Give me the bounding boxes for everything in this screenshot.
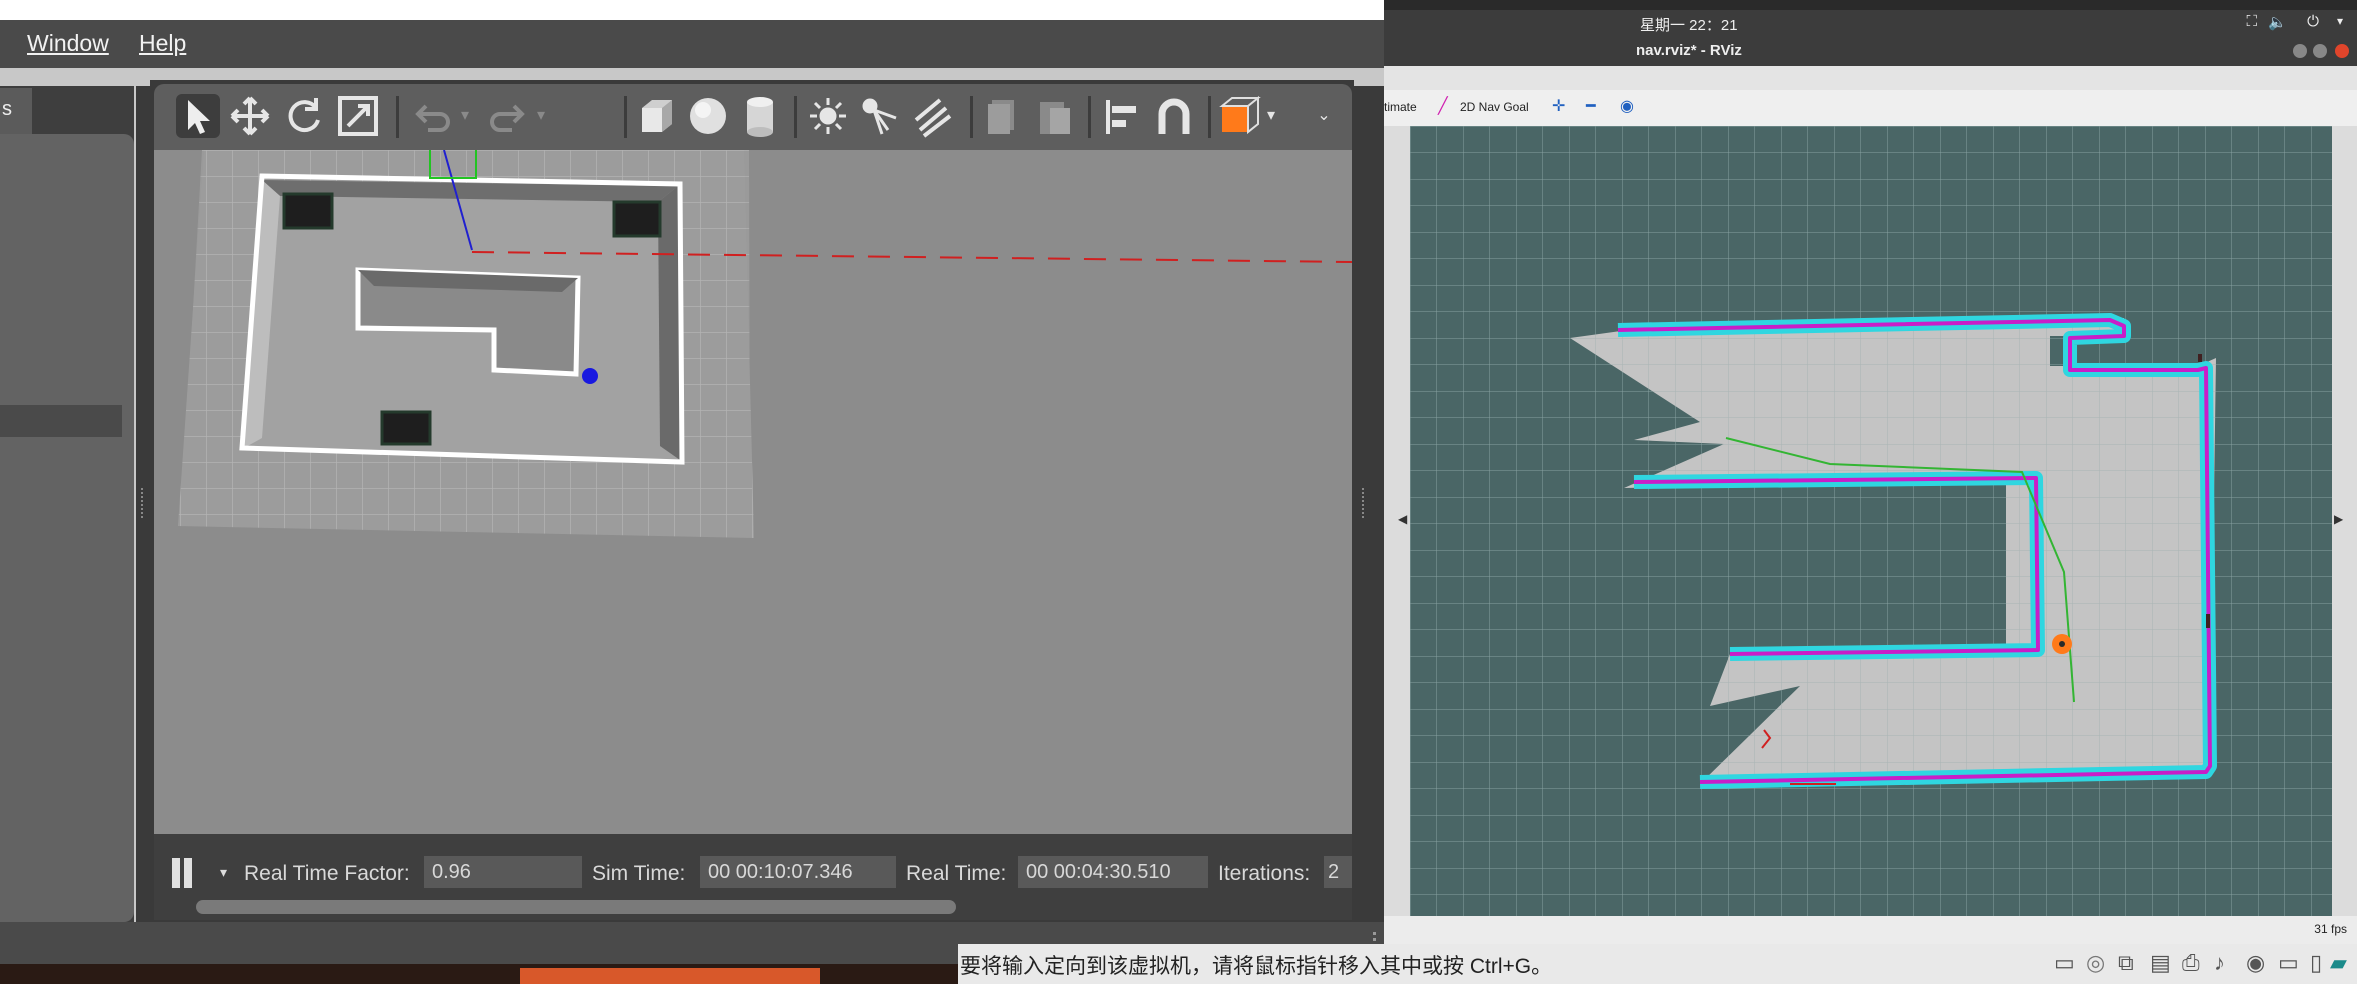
scale-icon[interactable] [336, 94, 380, 138]
chevron-down-icon[interactable]: ▾ [2337, 14, 2343, 28]
right-splitter[interactable] [1354, 86, 1384, 922]
move-camera-icon[interactable]: ✛ [1552, 96, 1565, 116]
undo-dropdown-icon[interactable]: ▾ [454, 94, 476, 138]
view-angle-dropdown-icon[interactable]: ▾ [1260, 94, 1282, 138]
real-time-factor-value: 0.96 [424, 856, 582, 888]
menu-window[interactable]: Window [27, 30, 109, 57]
rotate-icon[interactable] [282, 94, 326, 138]
tray-icons: ▭ ◎ ⧉ ▤ ⎙ ♪ ◉ ▭ ▯ ▰ [2048, 950, 2348, 978]
redo-icon[interactable] [486, 94, 530, 138]
cylinder-icon[interactable] [738, 94, 782, 138]
fps-readout: 31 fps [2314, 922, 2347, 936]
undo-icon[interactable] [410, 94, 454, 138]
gazebo-toolbar: ▾ ▾ ▾ ⌄ [154, 84, 1352, 150]
sphere-icon[interactable] [686, 94, 730, 138]
zoom-out-icon[interactable]: ━ [1586, 96, 1596, 116]
directional-light-icon[interactable] [910, 94, 954, 138]
left-panel-content [0, 134, 134, 922]
real-time-label: Real Time: [906, 862, 1007, 885]
select-arrow-icon[interactable] [176, 94, 220, 138]
left-tab-label: s [2, 98, 12, 120]
spot-light-icon[interactable] [858, 94, 902, 138]
view-angle-icon[interactable] [1218, 94, 1262, 138]
rviz-status-bar: 31 fps [1384, 916, 2357, 944]
translate-icon[interactable] [228, 94, 272, 138]
nav-goal-icon: ╱ [1438, 98, 1448, 115]
box-icon[interactable] [634, 94, 678, 138]
sound-icon[interactable]: ♪ [2214, 950, 2225, 976]
network-icon[interactable]: ⧉ [2118, 950, 2134, 976]
toolbar-overflow-icon[interactable]: ⌄ [1314, 94, 1334, 138]
window-title: nav.rviz* - RViz [1636, 42, 1742, 59]
volume-icon[interactable]: 🔈 [2268, 13, 2287, 31]
left-collapse-icon[interactable]: ◀ [1398, 512, 1407, 526]
step-dropdown-icon[interactable]: ▾ [220, 864, 227, 881]
minimize-icon[interactable] [2293, 44, 2307, 58]
robot-marker[interactable] [582, 368, 598, 384]
rviz-window: 星期一 22：21 ⛶ 🔈 ⏻ ▾ nav.rviz* - RViz timat… [1384, 0, 2357, 944]
real-time-factor-label: Real Time Factor: [244, 862, 410, 885]
real-time-value: 00 00:04:30.510 [1018, 856, 1208, 888]
sim-time-value: 00 00:10:07.346 [700, 856, 896, 888]
scene-render [154, 150, 1352, 834]
vm-hint-text: 要将输入定向到该虚拟机，请将鼠标指针移入其中或按 Ctrl+G。 [960, 955, 1553, 978]
redo-dropdown-icon[interactable]: ▾ [530, 94, 552, 138]
rviz-render-view[interactable] [1410, 126, 2332, 916]
nav-goal-tool[interactable]: 2D Nav Goal [1460, 100, 1529, 114]
left-panel-selected-row[interactable] [0, 405, 122, 437]
gazebo-top-strip [0, 0, 1384, 20]
camera-icon[interactable]: ◉ [2246, 950, 2265, 976]
maximize-icon[interactable] [2313, 44, 2327, 58]
close-icon[interactable] [2335, 44, 2349, 58]
obstacle-box [380, 410, 432, 446]
gazebo-window: Window Help s ▾ ▾ ▾ ⌄ ▾ Real Time Factor… [0, 0, 1384, 964]
menu-help[interactable]: Help [139, 30, 186, 57]
costmap-render [1410, 126, 2332, 916]
desktop-background-strip [0, 964, 960, 984]
storage-icon[interactable]: ▯ [2310, 950, 2322, 976]
obstacle-box [282, 192, 334, 230]
eye-icon[interactable]: ◉ [1620, 96, 1634, 116]
network-icon[interactable]: ⛶ [2246, 13, 2257, 30]
power-icon[interactable]: ⏻ [2307, 13, 2319, 30]
pause-icon[interactable] [172, 858, 180, 888]
paste-icon[interactable] [1032, 94, 1076, 138]
iterations-label: Iterations: [1218, 862, 1311, 885]
left-splitter[interactable] [136, 86, 150, 922]
gazebo-status-scrollbar[interactable] [196, 900, 956, 914]
right-collapse-icon[interactable]: ▶ [2334, 512, 2343, 526]
rviz-toolbar: timate ╱ 2D Nav Goal ✛ ━ ◉ [1384, 90, 2357, 126]
iterations-value: 2 [1324, 856, 1352, 888]
hdd-icon[interactable]: ▭ [2054, 950, 2075, 976]
pause-icon-bar [184, 858, 192, 888]
copy-icon[interactable] [980, 94, 1024, 138]
gazebo-menubar: Window Help [0, 20, 1384, 68]
message-icon[interactable]: ▰ [2330, 950, 2347, 976]
magnet-icon[interactable] [1152, 94, 1196, 138]
usb-icon[interactable]: ▤ [2150, 950, 2171, 976]
rviz-titlebar: nav.rviz* - RViz [1384, 40, 2357, 66]
gazebo-3d-scene[interactable] [154, 150, 1352, 834]
obstacle-box [612, 200, 662, 238]
cd-icon[interactable]: ◎ [2086, 950, 2105, 976]
printer-icon[interactable]: ⎙ [2182, 950, 2200, 976]
align-icon[interactable] [1100, 94, 1144, 138]
sim-time-label: Sim Time: [592, 862, 686, 885]
display-icon[interactable]: ▭ [2278, 950, 2299, 976]
left-panel-tab[interactable]: s [0, 88, 32, 134]
ubuntu-top-bar: 星期一 22：21 ⛶ 🔈 ⏻ ▾ [1384, 10, 2357, 40]
point-light-icon[interactable] [806, 94, 850, 138]
pose-estimate-tool[interactable]: timate [1384, 100, 1417, 114]
clock[interactable]: 星期一 22：21 [1640, 14, 1738, 35]
